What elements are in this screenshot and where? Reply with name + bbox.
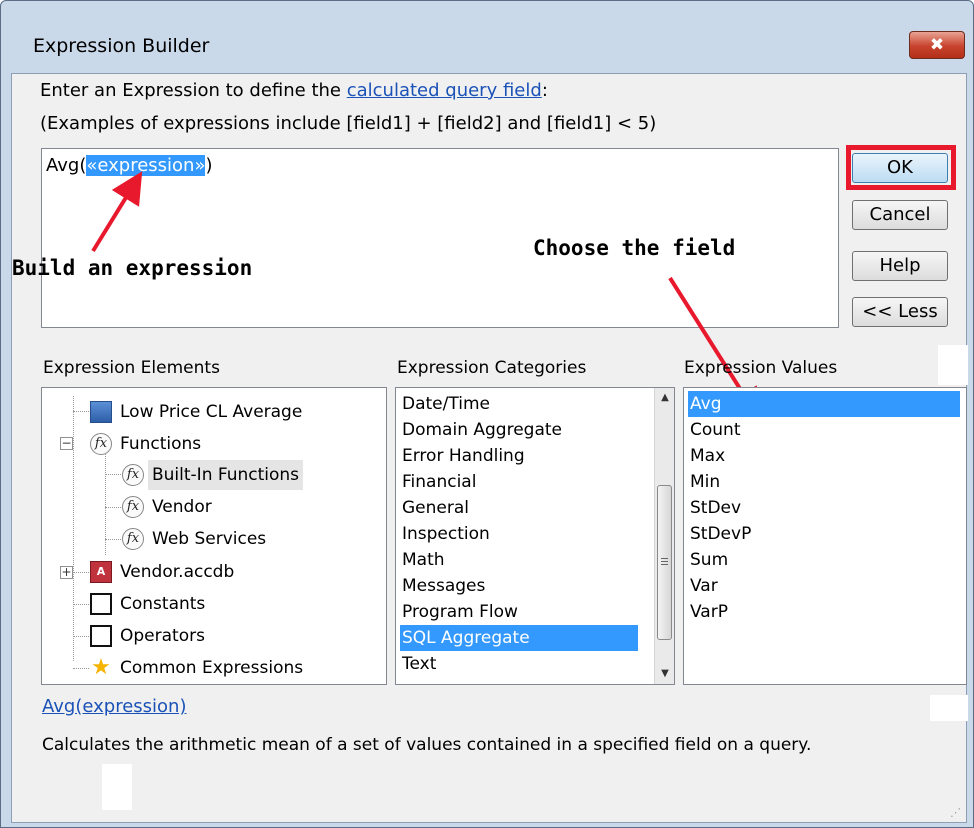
resize-grip-icon[interactable]: ⋰ <box>950 806 962 819</box>
value-item[interactable]: StDevP <box>688 521 960 547</box>
tree-item-functions[interactable]: fx Functions <box>90 429 290 459</box>
function-help-link[interactable]: Avg(expression) <box>42 696 186 717</box>
build-expression-annotation: Build an expression <box>12 256 253 280</box>
category-item[interactable]: Error Handling <box>400 443 650 469</box>
cancel-button[interactable]: Cancel <box>852 200 948 230</box>
expression-close-paren: ) <box>205 155 213 176</box>
expression-builder-dialog: Expression Builder ✖ Enter an Expression… <box>0 0 974 828</box>
dialog-title: Expression Builder <box>33 35 210 57</box>
fx-icon: fx <box>122 528 144 550</box>
less-button[interactable]: << Less <box>852 297 948 327</box>
value-item[interactable]: VarP <box>688 599 960 625</box>
instruction-text: Enter an Expression to define the <box>40 80 347 101</box>
table-icon <box>90 401 112 423</box>
operators-icon <box>90 625 112 647</box>
category-item[interactable]: Domain Aggregate <box>400 417 650 443</box>
tree-item-constants[interactable]: Constants <box>90 589 310 619</box>
expression-elements-tree[interactable]: Low Price CL Average − fx Functions fx B… <box>41 387 387 685</box>
category-item[interactable]: Program Flow <box>400 599 650 625</box>
fx-icon: fx <box>122 496 144 518</box>
function-description: Calculates the arithmetic mean of a set … <box>42 735 812 755</box>
expression-values-label: Expression Values <box>684 358 838 378</box>
tree-item-label: Web Services <box>152 529 267 549</box>
scroll-up-arrow-icon[interactable]: ▲ <box>655 388 674 408</box>
expression-elements-label: Expression Elements <box>43 358 220 378</box>
tree-item-label: Vendor <box>152 497 212 517</box>
category-item[interactable]: Inspection <box>400 521 650 547</box>
category-item[interactable]: General <box>400 495 650 521</box>
instruction-line-2: (Examples of expressions include [field1… <box>40 113 657 134</box>
tree-item-label: Low Price CL Average <box>120 402 303 422</box>
tree-item-label: Vendor.accdb <box>120 562 235 582</box>
tree-item-low-price-cl-average[interactable]: Low Price CL Average <box>90 397 370 427</box>
artifact-block <box>930 695 968 721</box>
category-item[interactable]: Text <box>400 651 650 677</box>
category-item[interactable]: Math <box>400 547 650 573</box>
calculated-query-field-link[interactable]: calculated query field <box>347 80 542 101</box>
choose-field-annotation: Choose the field <box>533 236 736 260</box>
dialog-body: Enter an Expression to define the calcul… <box>11 73 968 823</box>
artifact-block <box>938 345 968 385</box>
instruction-colon: : <box>541 80 548 101</box>
tree-item-operators[interactable]: Operators <box>90 621 310 651</box>
close-icon: ✖ <box>929 35 945 55</box>
categories-scrollbar[interactable]: ▲ ▼ <box>654 388 674 684</box>
access-db-icon: A <box>90 561 112 583</box>
tree-item-vendor[interactable]: fx Vendor <box>122 492 302 522</box>
expression-placeholder[interactable]: «expression» <box>86 155 206 176</box>
value-item[interactable]: Var <box>688 573 960 599</box>
instruction-line-1: Enter an Expression to define the calcul… <box>40 80 548 101</box>
ok-button[interactable]: OK <box>852 153 948 183</box>
scroll-thumb[interactable] <box>657 485 672 640</box>
tree-item-label: Operators <box>120 626 205 646</box>
expression-categories-list[interactable]: Date/Time Domain Aggregate Error Handlin… <box>395 387 675 685</box>
tree-item-web-services[interactable]: fx Web Services <box>122 524 342 554</box>
value-item[interactable]: Count <box>688 417 960 443</box>
close-button[interactable]: ✖ <box>909 31 965 59</box>
fx-icon: fx <box>90 433 112 455</box>
tree-item-label: Built-In Functions <box>148 460 304 490</box>
scroll-down-arrow-icon[interactable]: ▼ <box>655 664 674 684</box>
fx-icon: fx <box>122 464 144 486</box>
tree-item-label: Functions <box>120 434 202 454</box>
artifact-block <box>102 764 132 810</box>
expression-text: Avg(«expression») <box>46 155 213 176</box>
expression-function-name: Avg( <box>46 155 87 176</box>
category-item[interactable]: Financial <box>400 469 650 495</box>
value-item[interactable]: StDev <box>688 495 960 521</box>
tree-item-built-in-functions[interactable]: fx Built-In Functions <box>122 460 352 490</box>
constants-icon <box>90 593 112 615</box>
tree-item-common-expressions[interactable]: ★ Common Expressions <box>90 653 370 683</box>
star-icon: ★ <box>91 655 111 680</box>
expression-categories-label: Expression Categories <box>397 358 587 378</box>
tree-item-label: Common Expressions <box>120 658 304 678</box>
expand-vendor-accdb-toggle[interactable]: + <box>60 566 73 579</box>
value-item[interactable]: Min <box>688 469 960 495</box>
help-button[interactable]: Help <box>852 251 948 281</box>
category-item-selected[interactable]: SQL Aggregate <box>400 625 638 651</box>
value-item-selected[interactable]: Avg <box>688 391 960 417</box>
title-bar[interactable]: Expression Builder ✖ <box>1 1 973 73</box>
value-item[interactable]: Max <box>688 443 960 469</box>
tree-item-vendor-accdb[interactable]: A Vendor.accdb <box>90 557 310 587</box>
tree-item-label: Constants <box>120 594 206 614</box>
category-item[interactable]: Date/Time <box>400 391 650 417</box>
category-item[interactable]: Messages <box>400 573 650 599</box>
expression-values-list[interactable]: Avg Count Max Min StDev StDevP Sum Var V… <box>683 387 967 685</box>
value-item[interactable]: Sum <box>688 547 960 573</box>
collapse-functions-toggle[interactable]: − <box>60 437 73 450</box>
